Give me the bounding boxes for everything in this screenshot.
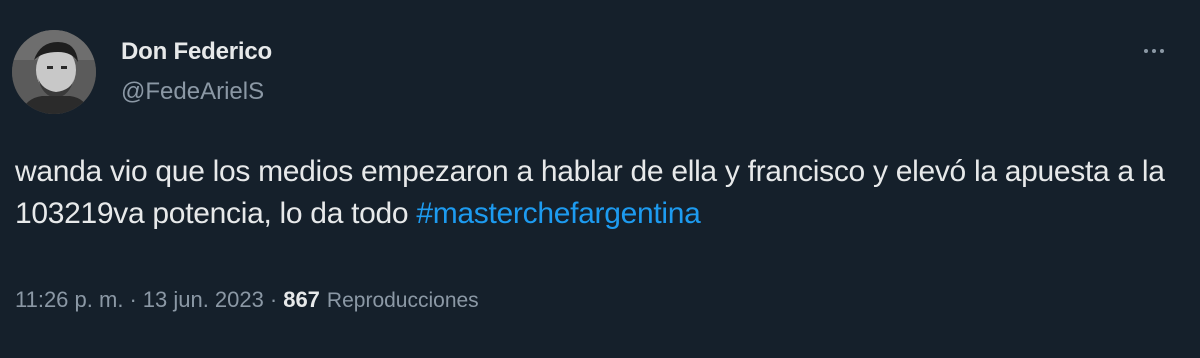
- tweet-meta: 11:26 p. m. · 13 jun. 2023 · 867 Reprodu…: [15, 287, 479, 313]
- meta-separator: ·: [129, 287, 137, 312]
- tweet-card: Don Federico @FedeArielS wanda vio que l…: [0, 0, 1200, 358]
- hashtag-link[interactable]: #masterchefargentina: [416, 197, 700, 230]
- views-label: Reproducciones: [326, 289, 479, 312]
- more-options-button[interactable]: [1134, 36, 1174, 66]
- tweet-time[interactable]: 11:26 p. m.: [15, 287, 123, 313]
- tweet-date[interactable]: 13 jun. 2023: [143, 287, 264, 313]
- avatar-image: [12, 30, 96, 114]
- user-handle[interactable]: @FedeArielS: [121, 78, 264, 106]
- avatar[interactable]: [12, 30, 96, 114]
- views-count: 867: [283, 287, 320, 312]
- more-horizontal-icon-dot: [1160, 49, 1164, 53]
- tweet-text: wanda vio que los medios empezaron a hab…: [15, 151, 1185, 235]
- meta-separator: ·: [269, 287, 278, 312]
- more-horizontal-icon: [1144, 49, 1148, 53]
- display-name[interactable]: Don Federico: [121, 38, 272, 66]
- more-horizontal-icon-dot: [1152, 49, 1156, 53]
